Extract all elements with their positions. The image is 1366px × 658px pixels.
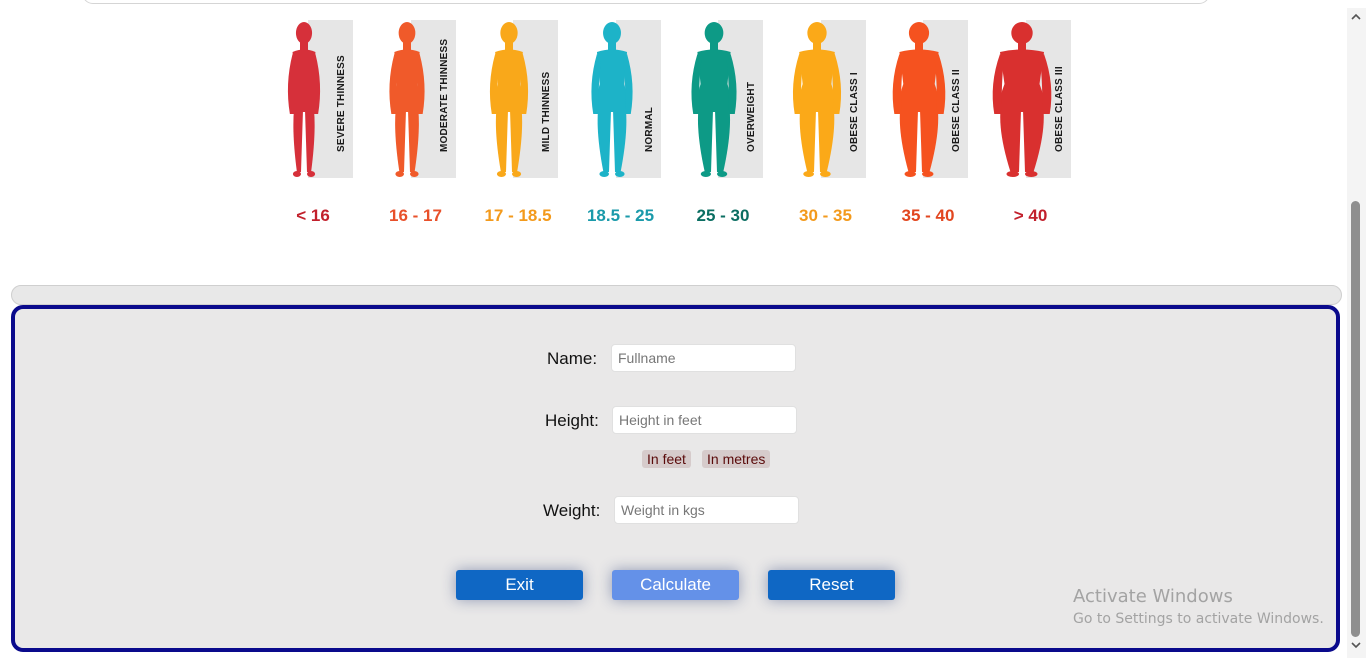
watermark-subtitle: Go to Settings to activate Windows. <box>1073 611 1324 627</box>
bmi-range-label: 25 - 30 <box>696 206 750 225</box>
bmi-category-label: MILD THINNESS <box>541 71 552 152</box>
bmi-range-label: 30 - 35 <box>799 206 852 225</box>
bmi-range-label: 18.5 - 25 <box>586 206 655 225</box>
bmi-category-label: OBESE CLASS I <box>848 72 860 152</box>
bmi-figure: OVERWEIGHT <box>680 14 780 184</box>
scroll-up-arrow-icon[interactable] <box>1350 12 1362 22</box>
name-input[interactable] <box>611 344 796 372</box>
bmi-figure: OBESE CLASS I <box>783 14 883 184</box>
weight-label: Weight: <box>543 501 601 520</box>
exit-button[interactable]: Exit <box>456 570 583 600</box>
bmi-figure: MODERATE THINNESS <box>373 14 473 184</box>
bmi-category-label: OBESE CLASS II <box>951 69 962 152</box>
bmi-range-label: 17 - 18.5 <box>484 206 552 225</box>
bmi-figure: MILD THINNESS <box>475 14 575 184</box>
bmi-range-label: 16 - 17 <box>389 206 442 225</box>
bmi-category-label: SEVERE THINNESS <box>336 55 347 152</box>
calculate-button[interactable]: Calculate <box>612 570 739 600</box>
bmi-range-label: < 16 <box>296 206 330 225</box>
bmi-range-label: > 40 <box>1013 206 1048 225</box>
bmi-category-label: OVERWEIGHT <box>746 81 757 152</box>
bmi-category-label: NORMAL <box>643 106 655 152</box>
bmi-figure: OBESE CLASS III <box>988 14 1088 184</box>
reset-button[interactable]: Reset <box>768 570 895 600</box>
top-bar-remnant <box>82 0 1210 4</box>
bmi-category-label: MODERATE THINNESS <box>438 38 450 152</box>
watermark-title: Activate Windows <box>1073 586 1233 607</box>
bmi-figure: NORMAL <box>578 14 678 184</box>
unit-feet-button[interactable]: In feet <box>642 450 691 468</box>
name-label: Name: <box>547 349 598 368</box>
bmi-category-label: OBESE CLASS III <box>1053 66 1065 152</box>
height-label: Height: <box>545 411 599 430</box>
page: SEVERE THINNESS < 16 MODERATE THINNESS 16 -… <box>0 0 1366 658</box>
bmi-range-label: 35 - 40 <box>901 206 955 225</box>
bmi-category-chart: SEVERE THINNESS < 16 MODERATE THINNESS 16 -… <box>270 14 1090 244</box>
weight-input[interactable] <box>614 496 799 524</box>
scrollbar-thumb[interactable] <box>1351 201 1360 637</box>
divider-bar <box>11 285 1342 305</box>
unit-metres-button[interactable]: In metres <box>702 450 771 468</box>
bmi-figure: OBESE CLASS II <box>885 14 985 184</box>
height-input[interactable] <box>612 406 797 434</box>
activate-windows-watermark: Activate Windows Go to Settings to activ… <box>1073 586 1324 627</box>
body-silhouette-icon <box>590 22 633 177</box>
scroll-down-arrow-icon[interactable] <box>1350 640 1362 650</box>
bmi-figure: SEVERE THINNESS <box>270 14 370 184</box>
